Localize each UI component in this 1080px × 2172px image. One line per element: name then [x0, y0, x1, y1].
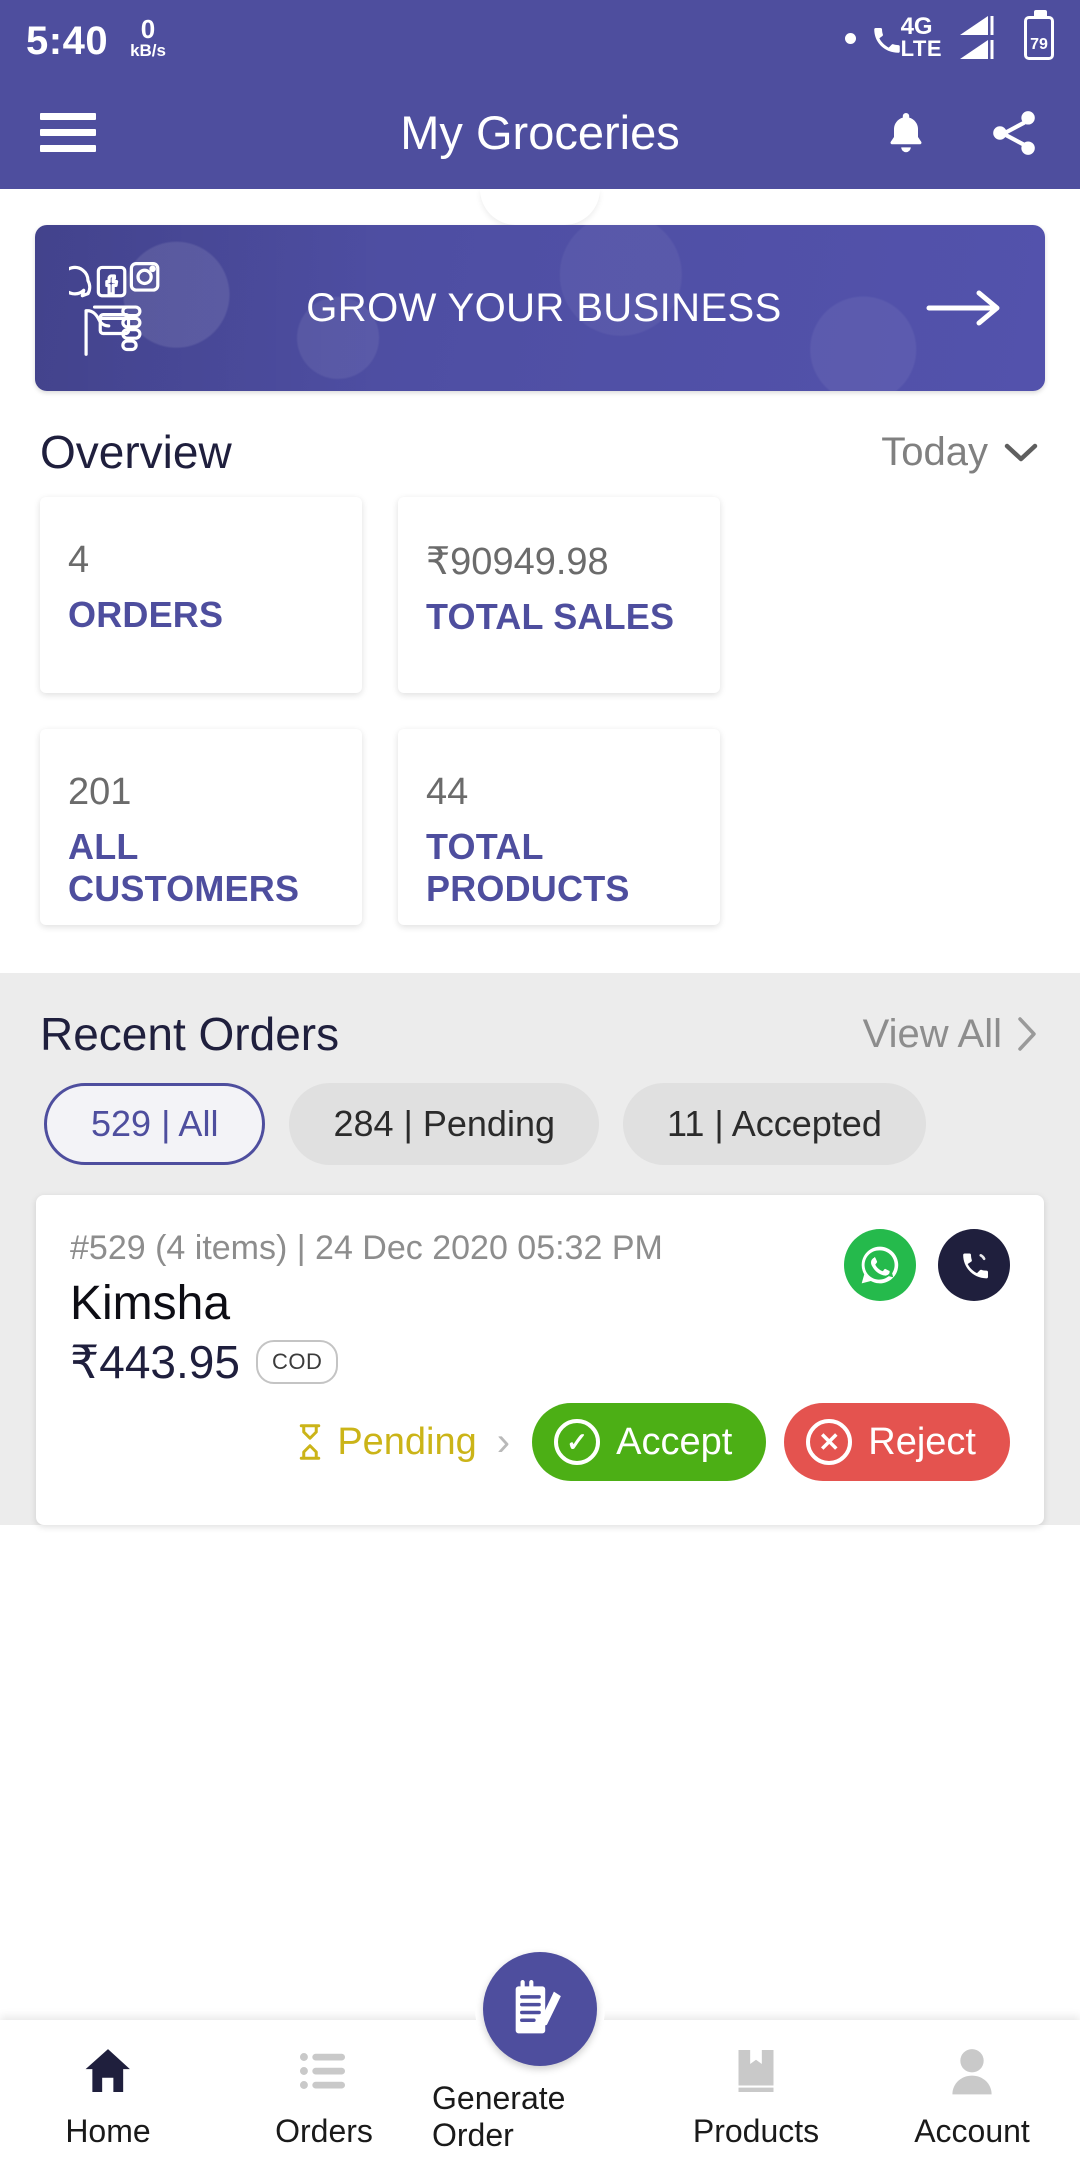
overview-stat-cards: 4 ORDERS ₹90949.98 TOTAL SALES 201 ALL C…	[0, 487, 1080, 925]
stat-value: 44	[426, 771, 469, 813]
recent-orders-header: Recent Orders View All	[0, 1007, 1080, 1083]
notepad-pencil-icon	[515, 1979, 561, 2034]
order-customer-name: Kimsha	[70, 1277, 231, 1330]
order-meta: #529 (4 items) | 24 Dec 2020 05:32 PM	[70, 1229, 663, 1267]
whatsapp-icon[interactable]	[844, 1229, 916, 1301]
order-status-badge: Pending	[295, 1420, 477, 1464]
stat-value: 201	[68, 771, 132, 813]
bottom-navigation: Home Orders Generate Order Products Acco…	[0, 1944, 1080, 2172]
overview-title: Overview	[40, 426, 232, 478]
nav-label: Products	[692, 2112, 820, 2149]
main-content: GROW YOUR BUSINESS Overview Today 4 ORDE…	[0, 189, 1080, 1525]
app-bar: My Groceries	[0, 76, 1080, 189]
x-circle-icon: ✕	[806, 1419, 853, 1465]
phone-call-glyph	[963, 1253, 988, 1279]
bell-icon[interactable]	[882, 106, 930, 160]
stat-card-all-customers[interactable]: 201 ALL CUSTOMERS	[40, 729, 362, 925]
stat-label: TOTAL SALES	[426, 596, 675, 637]
overview-header: Overview Today	[0, 391, 1080, 487]
nav-label: Home	[65, 2112, 151, 2149]
dot-icon	[844, 32, 856, 44]
share-icon[interactable]	[988, 107, 1040, 159]
order-price: ₹443.95	[70, 1336, 240, 1388]
status-bar-right: 4G LTE 79	[844, 10, 1054, 61]
network-type-labels: 4G LTE	[900, 15, 942, 61]
status-bar-left: 5:40 0 kB/s	[26, 16, 166, 61]
fab-inner	[483, 1952, 597, 2066]
reject-order-button[interactable]: ✕ Reject	[784, 1403, 1010, 1481]
filter-chip-all[interactable]: 529 | All	[44, 1083, 266, 1165]
view-all-label: View All	[862, 1011, 1002, 1056]
stat-label: TOTAL PRODUCTS	[426, 826, 630, 909]
banner-title: GROW YOUR BUSINESS	[306, 285, 782, 330]
social-marketing-icon	[69, 262, 160, 356]
stat-card-total-sales[interactable]: ₹90949.98 TOTAL SALES	[398, 497, 720, 693]
reject-label: Reject	[868, 1420, 976, 1463]
box-icon	[738, 2049, 774, 2092]
chevron-down-icon	[1004, 443, 1038, 462]
order-status-actions: Pending › ✓ Accept ✕ Reject	[70, 1403, 1010, 1481]
chevron-right-icon	[1018, 1017, 1036, 1051]
hamburger-menu-icon[interactable]	[40, 113, 96, 152]
nav-item-orders[interactable]: Orders	[216, 2043, 432, 2150]
nav-label: Account	[914, 2112, 1030, 2149]
order-price-row: ₹443.95 COD	[70, 1335, 663, 1389]
battery-level: 79	[1030, 36, 1048, 53]
stat-card-orders[interactable]: 4 ORDERS	[40, 497, 362, 693]
recent-orders-title: Recent Orders	[40, 1008, 340, 1060]
nav-label: Generate Order	[432, 2080, 566, 2153]
payment-mode-badge: COD	[255, 1340, 339, 1384]
status-bar: 5:40 0 kB/s 4G LTE 79	[0, 0, 1080, 76]
signal-bars-icon	[960, 16, 994, 59]
recent-orders-section: Recent Orders View All 529 | All 284 | P…	[0, 973, 1080, 1525]
generate-order-fab[interactable]	[475, 1944, 605, 2074]
filter-chip-accepted[interactable]: 11 | Accepted	[623, 1083, 926, 1165]
check-circle-icon: ✓	[554, 1419, 601, 1465]
network-sub-type: LTE	[900, 35, 942, 61]
accept-label: Accept	[616, 1420, 733, 1463]
network-speed-unit: kB/s	[130, 40, 166, 60]
hamburger-bar	[40, 113, 96, 120]
stat-card-total-products[interactable]: 44 TOTAL PRODUCTS	[398, 729, 720, 925]
phone-call-icon[interactable]	[938, 1229, 1010, 1301]
top-notch-decoration	[480, 189, 600, 225]
nav-item-generate-order[interactable]: Generate Order	[432, 1944, 648, 2172]
order-contact-actions	[844, 1229, 1010, 1301]
nav-label: Orders	[275, 2112, 373, 2149]
app-bar-actions	[882, 106, 1040, 160]
nav-item-account[interactable]: Account	[864, 2043, 1080, 2150]
view-all-button[interactable]: View All	[863, 1012, 1040, 1057]
order-status-label: Pending	[337, 1420, 477, 1463]
filter-chip-pending[interactable]: 284 | Pending	[289, 1083, 599, 1165]
arrow-right-icon[interactable]	[925, 286, 1005, 330]
period-selector[interactable]: Today	[881, 430, 1040, 475]
chevron-right-icon: ›	[496, 1419, 511, 1464]
network-speed-indicator: 0 kB/s	[130, 16, 166, 59]
stat-label: ALL CUSTOMERS	[68, 826, 300, 909]
order-filter-chips: 529 | All 284 | Pending 11 | Accepted	[0, 1083, 1080, 1195]
hourglass-icon	[300, 1424, 321, 1460]
person-icon	[952, 2048, 992, 2094]
nav-item-home[interactable]: Home	[0, 2043, 216, 2150]
grow-business-banner[interactable]: GROW YOUR BUSINESS	[35, 225, 1045, 391]
stat-label: ORDERS	[68, 594, 224, 635]
hamburger-bar	[40, 145, 96, 152]
accept-order-button[interactable]: ✓ Accept	[532, 1403, 767, 1481]
status-time: 5:40	[26, 18, 109, 63]
order-card-info: #529 (4 items) | 24 Dec 2020 05:32 PM Ki…	[70, 1229, 663, 1389]
order-card-top: #529 (4 items) | 24 Dec 2020 05:32 PM Ki…	[70, 1229, 1010, 1389]
network-speed-value: 0	[140, 13, 156, 44]
battery-icon: 79	[1024, 10, 1054, 60]
whatsapp-glyph	[861, 1246, 899, 1284]
list-icon	[299, 2052, 345, 2089]
phone-handset-icon	[873, 27, 900, 53]
order-card[interactable]: #529 (4 items) | 24 Dec 2020 05:32 PM Ki…	[36, 1195, 1044, 1525]
period-label: Today	[881, 429, 988, 474]
phone-4g-icon: 4G LTE	[870, 15, 942, 61]
stat-value: ₹90949.98	[426, 541, 609, 583]
home-icon	[85, 2048, 130, 2092]
stat-value: 4	[68, 539, 90, 581]
nav-item-products[interactable]: Products	[648, 2043, 864, 2150]
hamburger-bar	[40, 129, 96, 136]
